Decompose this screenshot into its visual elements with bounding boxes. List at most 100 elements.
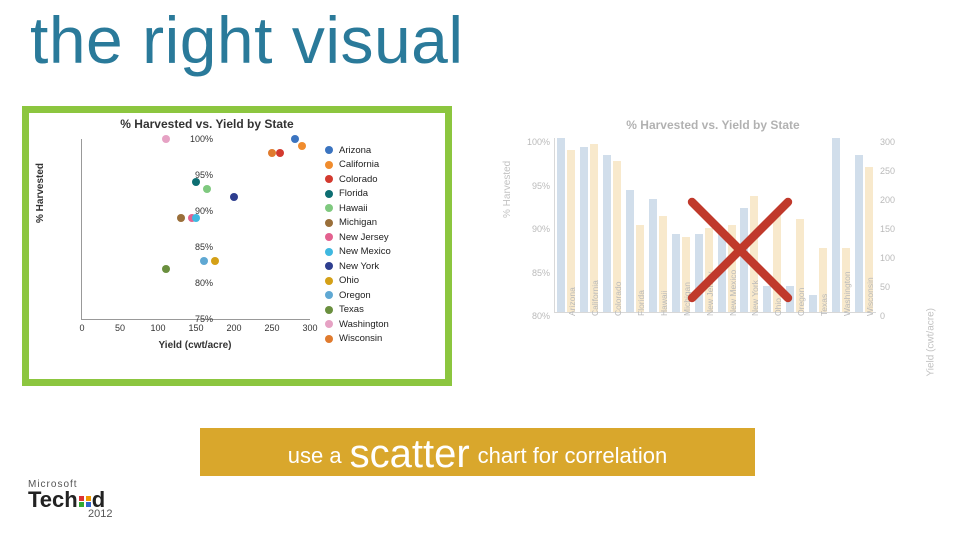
bar-ytick-left: 85% [516,268,550,278]
scatter-chart: % Harvested vs. Yield by State % Harvest… [29,113,445,379]
bar-harvested [718,234,726,312]
scatter-xtick: 150 [188,323,203,333]
legend-item: Ohio [325,274,435,289]
scatter-ytick: 75% [173,314,213,324]
bar-ytick-right: 100 [880,253,910,263]
legend-swatch-icon [325,291,333,299]
legend-swatch-icon [325,248,333,256]
scatter-ytick: 95% [173,170,213,180]
bar-xtick: New York [750,280,760,316]
bar-harvested [649,199,657,312]
bar-harvested [672,234,680,312]
bar-ytick-left: 90% [516,224,550,234]
legend-label: New Jersey [339,232,389,243]
legend-swatch-icon [325,204,333,212]
scatter-point [230,193,238,201]
tip-banner: use a scatter chart for correlation [200,428,755,476]
legend-item: New Jersey [325,230,435,245]
brand-year: 2012 [88,508,112,520]
legend-swatch-icon [325,161,333,169]
legend-label: Oregon [339,290,371,301]
legend-label: California [339,159,379,170]
legend-item: Arizona [325,143,435,158]
brand-block: Microsoft Techd 2012 [28,479,112,520]
bar-ytick-right: 150 [880,224,910,234]
bar-harvested [855,155,863,312]
bar-ytick-left: 100% [516,137,550,147]
legend-swatch-icon [325,219,333,227]
tip-text-pre: use a [288,443,342,469]
bar-xtick: Arizona [567,287,577,316]
legend-swatch-icon [325,306,333,314]
legend-label: Arizona [339,145,371,156]
bar-xtick: Texas [819,294,829,316]
legend-label: Texas [339,304,364,315]
legend-label: Washington [339,319,389,330]
bar-xtick: Oregon [796,288,806,316]
legend-swatch-icon [325,146,333,154]
legend-item: New Mexico [325,245,435,260]
legend-label: New Mexico [339,246,391,257]
legend-item: Hawaii [325,201,435,216]
legend-item: Wisconsin [325,332,435,347]
bar-xtick: Hawaii [659,290,669,316]
bar-ytick-right: 50 [880,282,910,292]
scatter-point [162,265,170,273]
scatter-xtick: 50 [115,323,125,333]
bar-title: % Harvested vs. Yield by State [498,118,928,132]
legend-item: Colorado [325,172,435,187]
bar-harvested [809,295,817,312]
legend-swatch-icon [325,320,333,328]
legend-item: Florida [325,187,435,202]
bar-harvested [603,155,611,312]
bar-xtick: California [590,280,600,316]
scatter-ytick: 85% [173,242,213,252]
legend-swatch-icon [325,335,333,343]
legend-item: Washington [325,317,435,332]
slide-title: the right visual [30,2,464,78]
legend-swatch-icon [325,190,333,198]
legend-item: Texas [325,303,435,318]
legend-label: Michigan [339,217,377,228]
scatter-ytick: 100% [173,134,213,144]
bar-ytick-right: 200 [880,195,910,205]
legend-item: California [325,158,435,173]
legend-item: Michigan [325,216,435,231]
slide: the right visual % Harvested vs. Yield b… [0,0,960,540]
scatter-point [291,135,299,143]
legend-swatch-icon [325,277,333,285]
bar-xtick: Michigan [682,282,692,316]
bar-harvested [626,190,634,312]
legend-item: New York [325,259,435,274]
scatter-xtick: 250 [264,323,279,333]
scatter-plot-area: 050100150200250300 [81,139,310,320]
bar-ytick-right: 0 [880,311,910,321]
bar-xtick: New Jersey [705,272,715,316]
scatter-point [162,135,170,143]
good-chart-highlight-frame: % Harvested vs. Yield by State % Harvest… [22,106,452,386]
bar-harvested [557,138,565,312]
bar-ytick-left: 80% [516,311,550,321]
tip-text-emphasis: scatter [350,432,470,477]
bar-chart-faded: % Harvested vs. Yield by State % Harvest… [498,118,928,378]
legend-swatch-icon [325,175,333,183]
legend-label: Wisconsin [339,333,382,344]
legend-item: Oregon [325,288,435,303]
bar-xtick: Washington [842,271,852,316]
legend-label: Hawaii [339,203,368,214]
bar-harvested [695,234,703,312]
bar-harvested [786,286,794,312]
bar-ytick-right: 250 [880,166,910,176]
bar-harvested [740,208,748,312]
bar-ylabel-left: % Harvested [502,161,513,218]
legend-swatch-icon [325,262,333,270]
scatter-point [200,257,208,265]
scatter-ytick: 90% [173,206,213,216]
bar-ytick-right: 300 [880,137,910,147]
bar-harvested [832,138,840,312]
bar-plot-area: ArizonaCaliforniaColoradoFloridaHawaiiMi… [554,138,876,313]
tip-text-post: chart for correlation [478,443,668,469]
scatter-xtick: 300 [302,323,317,333]
bar-xtick: Wisconsin [865,277,875,316]
scatter-point [211,257,219,265]
